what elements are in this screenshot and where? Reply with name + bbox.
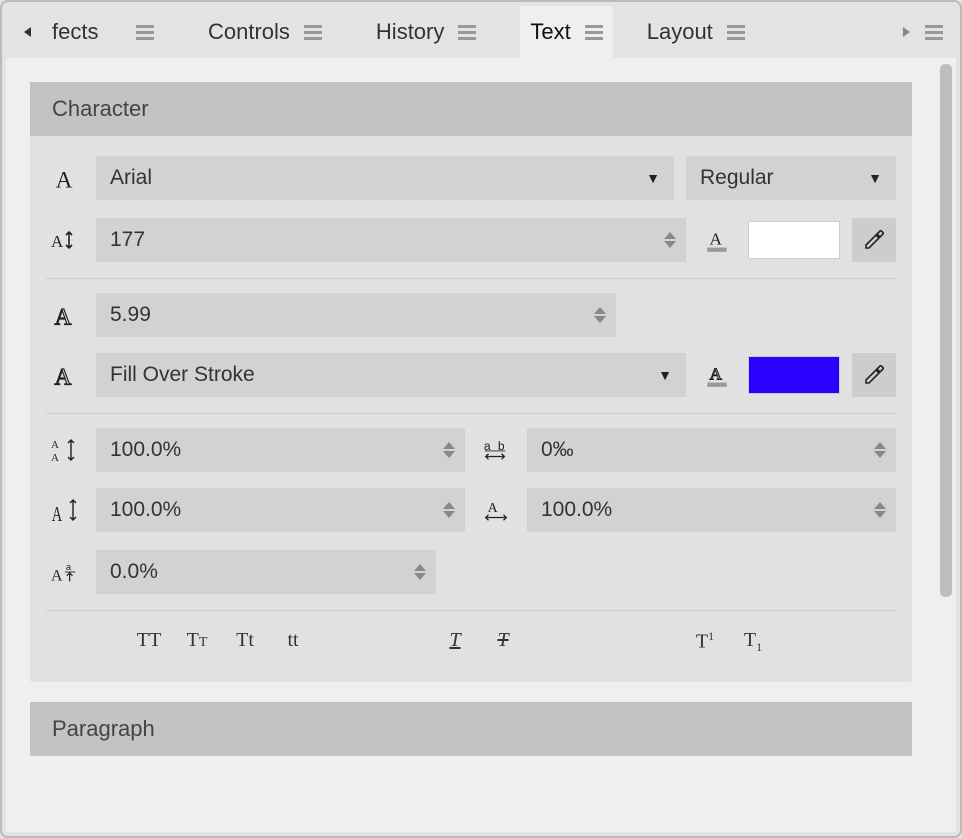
- panel-character: Character A Arial ▼ Regular ▼: [30, 82, 912, 682]
- tab-menu-icon[interactable]: [727, 25, 745, 40]
- tab-menu-icon[interactable]: [585, 25, 603, 40]
- svg-text:A: A: [51, 232, 64, 251]
- tab-controls[interactable]: Controls: [198, 6, 332, 58]
- subscript-button[interactable]: T1: [740, 629, 766, 655]
- spinner-icon[interactable]: [874, 502, 886, 518]
- vertical-scale-icon: A: [46, 496, 84, 524]
- svg-text:A: A: [488, 501, 499, 516]
- leading-input[interactable]: 100.0%: [96, 428, 465, 472]
- stroke-order-icon: A: [46, 361, 84, 389]
- font-size-input[interactable]: 177: [96, 218, 686, 262]
- svg-text:a: a: [66, 562, 72, 572]
- text-color-eyedropper[interactable]: [852, 218, 896, 262]
- strikethrough-button[interactable]: T: [490, 629, 516, 655]
- tab-history[interactable]: History: [366, 6, 486, 58]
- panel-header: Character: [30, 82, 912, 136]
- tab-menu-icon[interactable]: [136, 25, 154, 40]
- svg-text:A: A: [51, 439, 59, 451]
- svg-text:A: A: [51, 452, 59, 464]
- tab-effects[interactable]: fects: [42, 6, 164, 58]
- font-weight-select[interactable]: Regular ▼: [686, 156, 896, 200]
- tracking-value: 0‰: [541, 438, 882, 462]
- lowercase-button[interactable]: tt: [280, 629, 306, 655]
- horizontal-scale-value: 100.0%: [541, 498, 882, 522]
- svg-text:A: A: [52, 502, 63, 524]
- tab-label: fects: [52, 19, 122, 45]
- stroke-color-swatch[interactable]: [748, 356, 840, 394]
- panel-header: Paragraph: [30, 702, 912, 756]
- svg-text:A: A: [55, 304, 72, 329]
- font-family-select[interactable]: Arial ▼: [96, 156, 674, 200]
- underline-button[interactable]: T: [442, 629, 468, 655]
- baseline-shift-icon: Aa: [46, 558, 84, 586]
- tracking-input[interactable]: 0‰: [527, 428, 896, 472]
- svg-text:A: A: [709, 364, 722, 383]
- baseline-shift-value: 0.0%: [110, 560, 422, 584]
- font-family-value: Arial: [110, 166, 646, 190]
- uppercase-button[interactable]: TT: [136, 629, 162, 655]
- svg-text:A: A: [55, 364, 72, 389]
- chevron-down-icon: ▼: [646, 170, 660, 186]
- tab-text[interactable]: Text: [520, 6, 612, 58]
- smallcaps-button[interactable]: TT: [184, 629, 210, 655]
- titlecase-button[interactable]: Tt: [232, 629, 258, 655]
- horizontal-scale-input[interactable]: 100.0%: [527, 488, 896, 532]
- spinner-icon[interactable]: [594, 307, 606, 323]
- panel-menu-button[interactable]: [920, 25, 948, 40]
- tab-layout[interactable]: Layout: [637, 6, 755, 58]
- tab-scroll-right[interactable]: [892, 26, 920, 38]
- svg-text:A: A: [56, 167, 73, 192]
- text-color-icon: A: [698, 226, 736, 254]
- tab-menu-icon[interactable]: [458, 25, 476, 40]
- stroke-width-input[interactable]: 5.99: [96, 293, 616, 337]
- stroke-color-eyedropper[interactable]: [852, 353, 896, 397]
- tab-menu-icon[interactable]: [304, 25, 322, 40]
- baseline-shift-input[interactable]: 0.0%: [96, 550, 436, 594]
- font-icon: A: [46, 164, 84, 192]
- font-size-value: 177: [110, 228, 672, 252]
- stroke-width-icon: A: [46, 301, 84, 329]
- stroke-color-icon: A: [698, 361, 736, 389]
- tab-scroll-left[interactable]: [14, 26, 42, 38]
- chevron-down-icon: ▼: [658, 367, 672, 383]
- hamburger-icon: [925, 25, 943, 40]
- font-weight-value: Regular: [700, 166, 868, 190]
- text-color-swatch[interactable]: [748, 221, 840, 259]
- spinner-icon[interactable]: [443, 442, 455, 458]
- horizontal-scale-icon: A: [477, 496, 515, 524]
- spinner-icon[interactable]: [443, 502, 455, 518]
- tracking-icon: ab: [477, 436, 515, 464]
- vertical-scale-value: 100.0%: [110, 498, 451, 522]
- leading-value: 100.0%: [110, 438, 451, 462]
- spinner-icon[interactable]: [414, 564, 426, 580]
- scrollbar-thumb[interactable]: [940, 64, 952, 597]
- vertical-scale-input[interactable]: 100.0%: [96, 488, 465, 532]
- tab-label: Text: [530, 19, 570, 45]
- superscript-button[interactable]: T1: [692, 629, 718, 655]
- stroke-width-value: 5.99: [110, 303, 602, 327]
- stroke-order-select[interactable]: Fill Over Stroke ▼: [96, 353, 686, 397]
- svg-text:A: A: [709, 229, 722, 248]
- stroke-order-value: Fill Over Stroke: [110, 363, 658, 387]
- spinner-icon[interactable]: [874, 442, 886, 458]
- tab-label: Layout: [647, 19, 713, 45]
- chevron-down-icon: ▼: [868, 170, 882, 186]
- spinner-icon[interactable]: [664, 232, 676, 248]
- panel-paragraph: Paragraph: [30, 702, 912, 756]
- tab-bar: fects Controls History Text Layout: [6, 6, 956, 58]
- font-size-icon: A: [46, 226, 84, 254]
- workspace: Character A Arial ▼ Regular ▼: [6, 58, 956, 832]
- scrollbar[interactable]: [936, 58, 956, 832]
- tab-label: History: [376, 19, 444, 45]
- svg-text:A: A: [51, 567, 63, 584]
- leading-icon: AA: [46, 436, 84, 464]
- tab-label: Controls: [208, 19, 290, 45]
